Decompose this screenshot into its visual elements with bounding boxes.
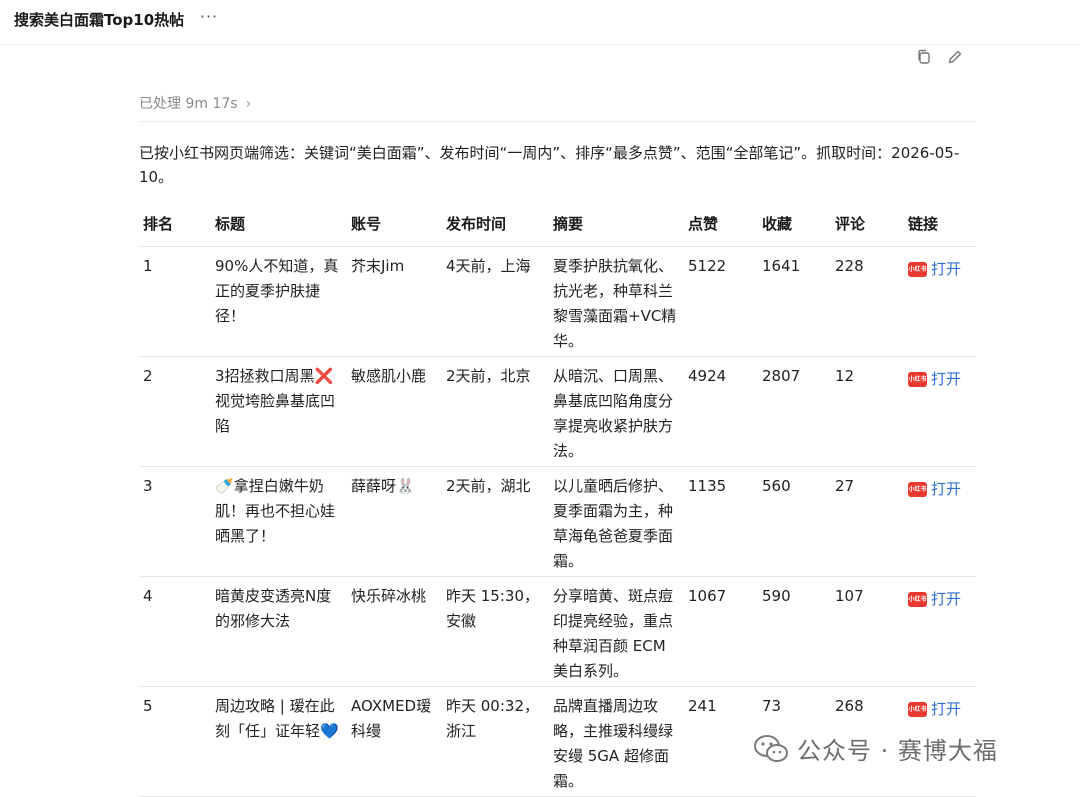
xiaohongshu-icon: 小红书 bbox=[908, 372, 927, 387]
cell-link: 小红书 打开 bbox=[904, 246, 976, 357]
posts-table: 排名 标题 账号 发布时间 摘要 点赞 收藏 评论 链接 1 90%人不知道，真… bbox=[139, 207, 976, 797]
cell-rank: 4 bbox=[139, 576, 211, 687]
column-header-summary: 摘要 bbox=[549, 207, 684, 247]
column-header-time: 发布时间 bbox=[442, 207, 549, 247]
cell-link: 小红书 打开 bbox=[904, 356, 976, 467]
cell-summary: 以儿童晒后修护、夏季面霜为主，种草海龟爸爸夏季面霜。 bbox=[549, 466, 684, 577]
cell-comments: 27 bbox=[831, 466, 904, 577]
cell-title: 周边攻略 | 瑷在此刻「任」证年轻💙 bbox=[211, 686, 347, 797]
column-header-comments: 评论 bbox=[831, 207, 904, 247]
cell-rank: 3 bbox=[139, 466, 211, 577]
more-options-button[interactable]: ··· bbox=[198, 6, 220, 28]
xiaohongshu-icon: 小红书 bbox=[908, 262, 927, 277]
table-row: 3 🍼拿捏白嫩牛奶肌！再也不担心娃晒黑了！ 薛薛呀🐰 2天前，湖北 以儿童晒后修… bbox=[139, 466, 976, 577]
open-link-label: 打开 bbox=[931, 260, 962, 278]
title-text-rest: 视觉垮脸鼻基底凹陷 bbox=[215, 392, 336, 435]
table-header-row: 排名 标题 账号 发布时间 摘要 点赞 收藏 评论 链接 bbox=[139, 207, 976, 247]
cell-link: 小红书 打开 bbox=[904, 466, 976, 577]
cell-comments: 12 bbox=[831, 356, 904, 467]
column-header-rank: 排名 bbox=[139, 207, 211, 247]
open-link-label: 打开 bbox=[931, 700, 962, 718]
column-header-account: 账号 bbox=[347, 207, 442, 247]
column-header-likes: 点赞 bbox=[684, 207, 758, 247]
cell-account: 快乐碎冰桃 bbox=[347, 576, 442, 687]
open-link-label: 打开 bbox=[931, 590, 962, 608]
wechat-icon bbox=[754, 734, 788, 762]
open-link[interactable]: 小红书 打开 bbox=[908, 477, 961, 502]
cell-link: 小红书 打开 bbox=[904, 576, 976, 687]
cell-favorites: 1641 bbox=[758, 246, 831, 357]
cell-favorites: 2807 bbox=[758, 356, 831, 467]
top-bar: 搜索美白面霜Top10热帖 ··· bbox=[0, 0, 1080, 45]
open-link[interactable]: 小红书 打开 bbox=[908, 697, 961, 722]
column-header-link: 链接 bbox=[904, 207, 976, 247]
cell-likes: 241 bbox=[684, 686, 758, 797]
column-header-title: 标题 bbox=[211, 207, 347, 247]
cell-time: 2天前，湖北 bbox=[442, 466, 549, 577]
title-text: 拿捏白嫩牛奶肌！再也不担心娃晒黑了！ bbox=[215, 477, 336, 545]
cell-title: 🍼拿捏白嫩牛奶肌！再也不担心娃晒黑了！ bbox=[211, 466, 347, 577]
cross-mark-icon: ❌ bbox=[314, 367, 334, 385]
cell-account: 敏感肌小鹿 bbox=[347, 356, 442, 467]
cell-summary: 品牌直播周边攻略，主推瑷科缦绿安缦 5GA 超修面霜。 bbox=[549, 686, 684, 797]
cell-likes: 4924 bbox=[684, 356, 758, 467]
page-title: 搜索美白面霜Top10热帖 bbox=[14, 11, 185, 29]
cell-time: 昨天 15:30，安徽 bbox=[442, 576, 549, 687]
cell-comments: 107 bbox=[831, 576, 904, 687]
cell-favorites: 560 bbox=[758, 466, 831, 577]
title-text: 周边攻略 | 瑷在此刻「任」证年轻 bbox=[215, 697, 335, 740]
watermark: 公众号 · 赛博大福 bbox=[753, 731, 998, 766]
column-header-favorites: 收藏 bbox=[758, 207, 831, 247]
cell-rank: 1 bbox=[139, 246, 211, 357]
watermark-text: 公众号 · 赛博大福 bbox=[797, 737, 998, 765]
open-link[interactable]: 小红书 打开 bbox=[908, 367, 961, 392]
baby-bottle-icon: 🍼 bbox=[215, 477, 234, 495]
intro-text: 已按小红书网页端筛选：关键词“美白面霜”、发布时间“一周内”、排序“最多点赞”、… bbox=[139, 144, 960, 186]
cell-time: 昨天 00:32，浙江 bbox=[442, 686, 549, 797]
cell-rank: 2 bbox=[139, 356, 211, 467]
cell-title: 90%人不知道，真正的夏季护肤捷径！ bbox=[211, 246, 347, 357]
cell-time: 4天前，上海 bbox=[442, 246, 549, 357]
xiaohongshu-icon: 小红书 bbox=[908, 592, 927, 607]
cell-comments: 228 bbox=[831, 246, 904, 357]
cell-time: 2天前，北京 bbox=[442, 356, 549, 467]
processing-label: 已处理 9m 17s bbox=[139, 96, 238, 112]
xiaohongshu-icon: 小红书 bbox=[908, 702, 927, 717]
processing-status[interactable]: 已处理 9m 17s › bbox=[139, 93, 251, 113]
cell-favorites: 590 bbox=[758, 576, 831, 687]
open-link[interactable]: 小红书 打开 bbox=[908, 257, 961, 282]
open-link-label: 打开 bbox=[931, 370, 962, 388]
table-row: 2 3招拯救口周黑❌ 视觉垮脸鼻基底凹陷 敏感肌小鹿 2天前，北京 从暗沉、口周黑… bbox=[139, 356, 976, 467]
cell-likes: 1067 bbox=[684, 576, 758, 687]
open-link-label: 打开 bbox=[931, 480, 962, 498]
table-row: 4 暗黄皮变透亮N度的邪修大法 快乐碎冰桃 昨天 15:30，安徽 分享暗黄、斑… bbox=[139, 576, 976, 687]
cell-account: 薛薛呀🐰 bbox=[347, 466, 442, 577]
divider bbox=[139, 121, 976, 122]
title-text: 3招拯救口周黑 bbox=[215, 367, 315, 385]
cell-summary: 夏季护肤抗氧化、抗光老，种草科兰黎雪藻面霜+VC精华。 bbox=[549, 246, 684, 357]
cell-account: AOXMED瑷科缦 bbox=[347, 686, 442, 797]
cell-title: 3招拯救口周黑❌ 视觉垮脸鼻基底凹陷 bbox=[211, 356, 347, 467]
edit-icon[interactable] bbox=[946, 48, 964, 66]
cell-summary: 从暗沉、口周黑、鼻基底凹陷角度分享提亮收紧护肤方法。 bbox=[549, 356, 684, 467]
cell-summary: 分享暗黄、斑点痘印提亮经验，重点种草润百颜 ECM 美白系列。 bbox=[549, 576, 684, 687]
chevron-right-icon: › bbox=[245, 96, 252, 112]
table-row: 1 90%人不知道，真正的夏季护肤捷径！ 芥末Jim 4天前，上海 夏季护肤抗氧… bbox=[139, 246, 976, 357]
open-link[interactable]: 小红书 打开 bbox=[908, 587, 961, 612]
cell-title: 暗黄皮变透亮N度的邪修大法 bbox=[211, 576, 347, 687]
xiaohongshu-icon: 小红书 bbox=[908, 482, 927, 497]
cell-account: 芥末Jim bbox=[347, 246, 442, 357]
blue-heart-icon: 💙 bbox=[320, 722, 339, 740]
cell-likes: 5122 bbox=[684, 246, 758, 357]
copy-icon[interactable] bbox=[915, 48, 933, 66]
cell-rank: 5 bbox=[139, 686, 211, 797]
cell-likes: 1135 bbox=[684, 466, 758, 577]
